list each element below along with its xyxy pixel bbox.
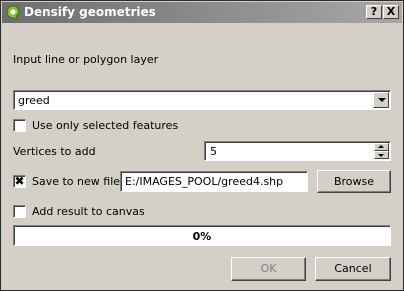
spin-down-icon[interactable]	[374, 151, 389, 159]
help-button[interactable]: ?	[366, 5, 382, 19]
use-selected-checkbox[interactable]	[13, 119, 26, 132]
window-title: Densify geometries	[24, 5, 156, 19]
add-to-canvas-checkbox[interactable]	[13, 205, 26, 218]
cancel-button[interactable]: Cancel	[315, 257, 391, 281]
input-layer-label: Input line or polygon layer	[13, 53, 159, 66]
close-button[interactable]: X	[383, 5, 399, 19]
vertices-label: Vertices to add	[13, 145, 96, 158]
save-to-file-label: Save to new file	[32, 175, 121, 188]
chevron-down-icon[interactable]	[373, 92, 389, 108]
browse-button[interactable]: Browse	[317, 170, 391, 193]
progress-text: 0%	[192, 230, 212, 243]
densify-dialog: Densify geometries ? X Input line or pol…	[0, 0, 404, 291]
use-selected-label: Use only selected features	[32, 119, 179, 132]
qgis-logo-icon	[6, 5, 20, 20]
ok-button[interactable]: OK	[231, 257, 306, 281]
spin-up-icon[interactable]	[374, 143, 389, 151]
output-path-value: E:/IMAGES_POOL/greed4.shp	[125, 175, 284, 188]
input-layer-combo[interactable]: greed	[13, 90, 391, 110]
vertices-value: 5	[210, 145, 217, 158]
title-bar: Densify geometries ? X	[2, 2, 402, 23]
save-to-file-checkbox[interactable]: ✖	[13, 174, 26, 188]
input-layer-value: greed	[18, 94, 50, 107]
check-icon: ✖	[14, 174, 25, 188]
add-to-canvas-label: Add result to canvas	[32, 205, 145, 218]
progress-bar: 0%	[13, 225, 391, 246]
output-path-field[interactable]: E:/IMAGES_POOL/greed4.shp	[120, 171, 308, 192]
vertices-spinbox[interactable]: 5	[204, 141, 391, 161]
